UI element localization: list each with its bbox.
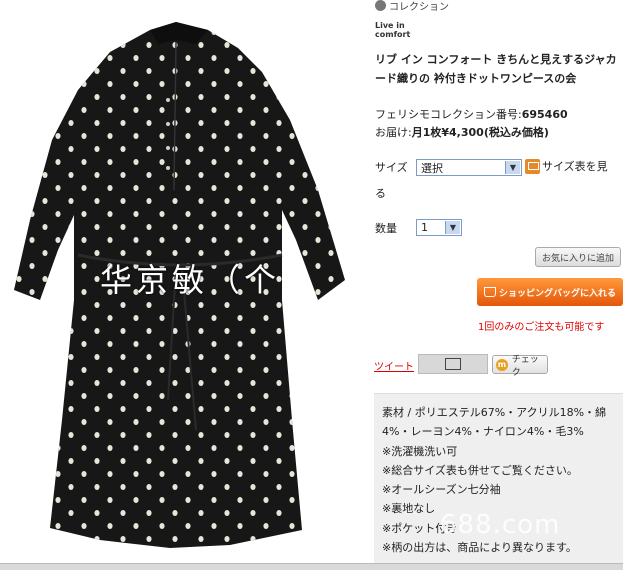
product-number-row: フェリシモコレクション番号:695460 xyxy=(375,106,568,124)
collection-label: コレクション xyxy=(389,2,449,13)
spec-line: ※洗濯機洗い可 xyxy=(382,444,458,458)
product-number-value: 695460 xyxy=(521,108,568,121)
share-image-button[interactable] xyxy=(418,354,488,374)
size-chart-icon xyxy=(525,158,540,174)
product-title: リブ イン コンフォート きちんと見えするジャカード織りの 衿付きドットワンピー… xyxy=(375,53,617,85)
quantity-label: 数量 xyxy=(375,222,397,235)
spec-line: ※総合サイズ表も併せてご覧ください。 xyxy=(382,463,578,477)
chevron-down-icon[interactable]: ▼ xyxy=(505,161,520,174)
check-button[interactable]: m チェック xyxy=(492,355,548,378)
mixi-check-icon: m xyxy=(496,358,508,371)
product-number-label: フェリシモコレクション番号: xyxy=(375,108,522,121)
size-chart-label[interactable]: サイズ表を見 xyxy=(542,158,608,174)
price-value: 月1枚¥4,300(税込み価格) xyxy=(411,126,549,139)
brand-line-2: comfort xyxy=(375,30,411,39)
quantity-select[interactable]: 1 ▼ xyxy=(416,219,462,236)
product-meta: フェリシモコレクション番号:695460 お届け:月1枚¥4,300(税込み価格… xyxy=(375,106,568,142)
add-to-cart-button[interactable]: ショッピングバッグに入れる xyxy=(477,278,623,306)
size-select-value: 選択 xyxy=(421,161,443,175)
size-label: サイズ xyxy=(375,161,408,174)
bottom-watermark: 688.com xyxy=(440,510,561,540)
tweet-link[interactable]: ツイート xyxy=(374,358,414,373)
image-watermark: 华京敏（个 xyxy=(100,261,281,299)
add-favorite-button[interactable]: お気に入りに追加 xyxy=(535,247,621,267)
quantity-select-value: 1 xyxy=(421,221,428,234)
spec-line: ※オールシーズン七分袖 xyxy=(382,483,501,497)
brand-logo: Live in comfort xyxy=(375,21,410,39)
size-chart-link[interactable]: サイズ表を見 xyxy=(525,158,608,174)
cart-button-label: ショッピングバッグに入れる xyxy=(498,288,616,299)
image-icon xyxy=(445,358,461,370)
spec-line: 4%・レーヨン4%・ナイロン4%・毛3% xyxy=(382,425,584,439)
check-button-label: チェック xyxy=(511,354,539,378)
shopping-bag-icon xyxy=(483,287,496,297)
price-label: お届け: xyxy=(375,126,412,139)
spec-panel: 素材 / ポリエステル67%・アクリル18%・綿 4%・レーヨン4%・ナイロン4… xyxy=(374,393,623,569)
brand-line-1: Live in xyxy=(375,21,405,30)
price-row: お届け:月1枚¥4,300(税込み価格) xyxy=(375,124,568,142)
size-chart-label-wrap[interactable]: る xyxy=(375,185,386,201)
size-select[interactable]: 選択 ▼ xyxy=(416,159,522,176)
spec-line: 素材 / ポリエステル67%・アクリル18%・綿 xyxy=(382,406,607,419)
collection-icon xyxy=(375,0,386,11)
collection-header: コレクション xyxy=(375,0,449,13)
order-note: 1回のみのご注文も可能です xyxy=(478,322,605,333)
chevron-down-icon[interactable]: ▼ xyxy=(445,221,460,234)
spec-line: ※柄の出方は、商品により異なります。 xyxy=(382,541,577,555)
